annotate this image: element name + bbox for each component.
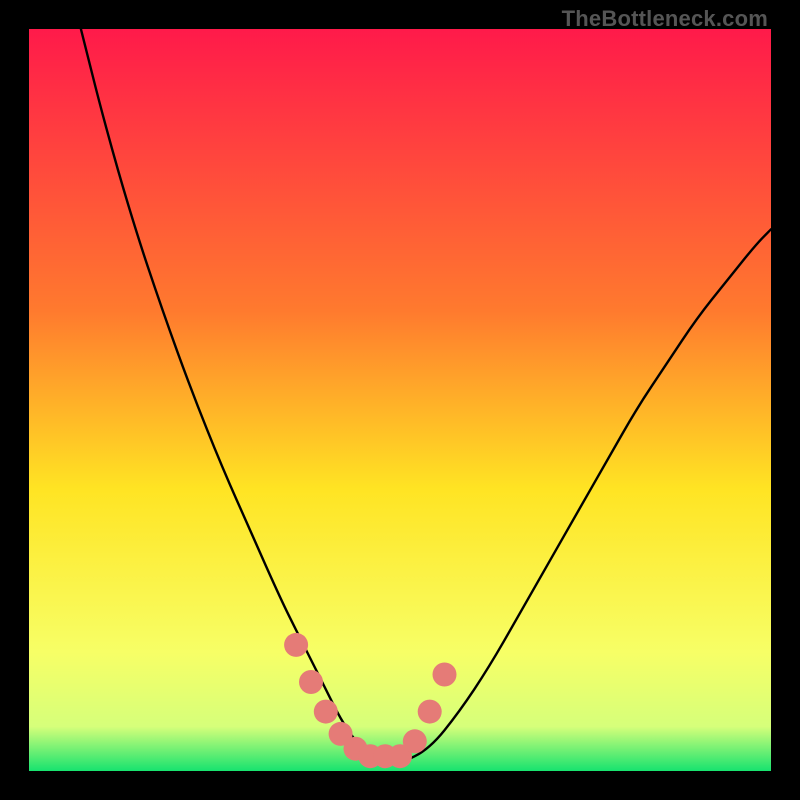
chart-frame: TheBottleneck.com: [0, 0, 800, 800]
marker-dot: [299, 670, 323, 694]
marker-dot: [314, 700, 338, 724]
marker-dot: [433, 663, 457, 687]
marker-dot: [403, 729, 427, 753]
gradient-background: [29, 29, 771, 771]
marker-dot: [418, 700, 442, 724]
marker-dot: [284, 633, 308, 657]
plot-area: [29, 29, 771, 771]
chart-svg: [29, 29, 771, 771]
